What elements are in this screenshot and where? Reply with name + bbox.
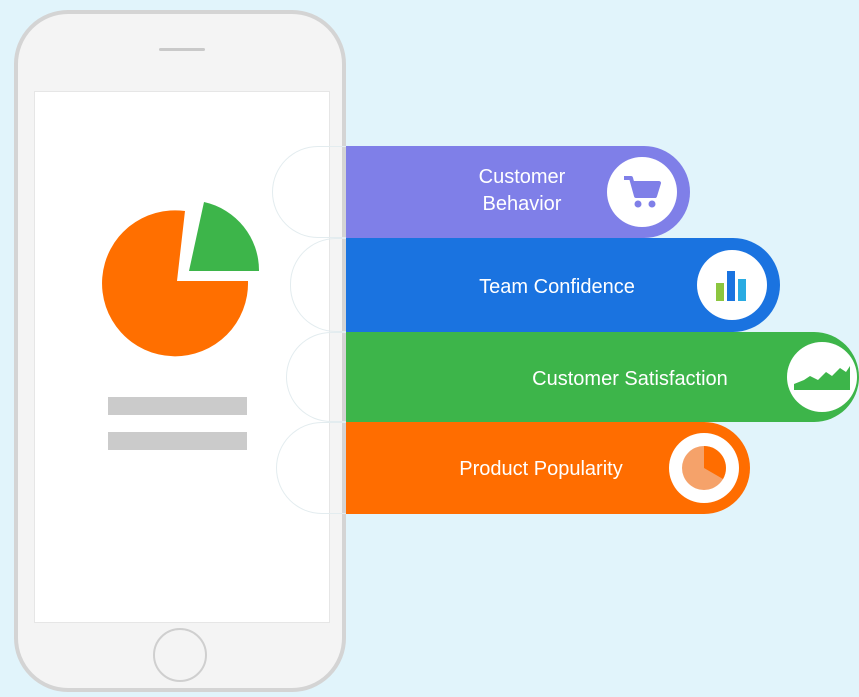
ribbon-label: Product Popularity <box>459 458 623 480</box>
ribbon-customer-behavior[interactable]: Customer Behavior <box>346 146 690 238</box>
pie-slice-small <box>189 202 260 271</box>
pie-chart-graphic <box>102 202 260 357</box>
ribbon-product-popularity[interactable]: Product Popularity <box>346 422 750 514</box>
shopping-cart-icon <box>607 157 677 227</box>
home-button[interactable] <box>153 628 207 682</box>
ribbon-label-line2: Behavior <box>482 193 562 215</box>
ribbon-team-confidence[interactable]: Team Confidence <box>346 238 780 332</box>
phone-speaker <box>159 48 205 51</box>
placeholder-text-line-2 <box>108 432 247 450</box>
ribbon-customer-satisfaction[interactable]: Customer Satisfaction <box>346 332 859 422</box>
ribbon-label: Team Confidence <box>479 276 635 298</box>
pie-chart-icon <box>669 433 739 503</box>
ribbon-label: Customer Satisfaction <box>532 368 728 390</box>
bar-chart-icon <box>697 250 767 320</box>
placeholder-text-line-1 <box>108 397 247 415</box>
ribbon-label-line1: Customer <box>478 166 566 188</box>
area-chart-icon <box>787 342 857 412</box>
